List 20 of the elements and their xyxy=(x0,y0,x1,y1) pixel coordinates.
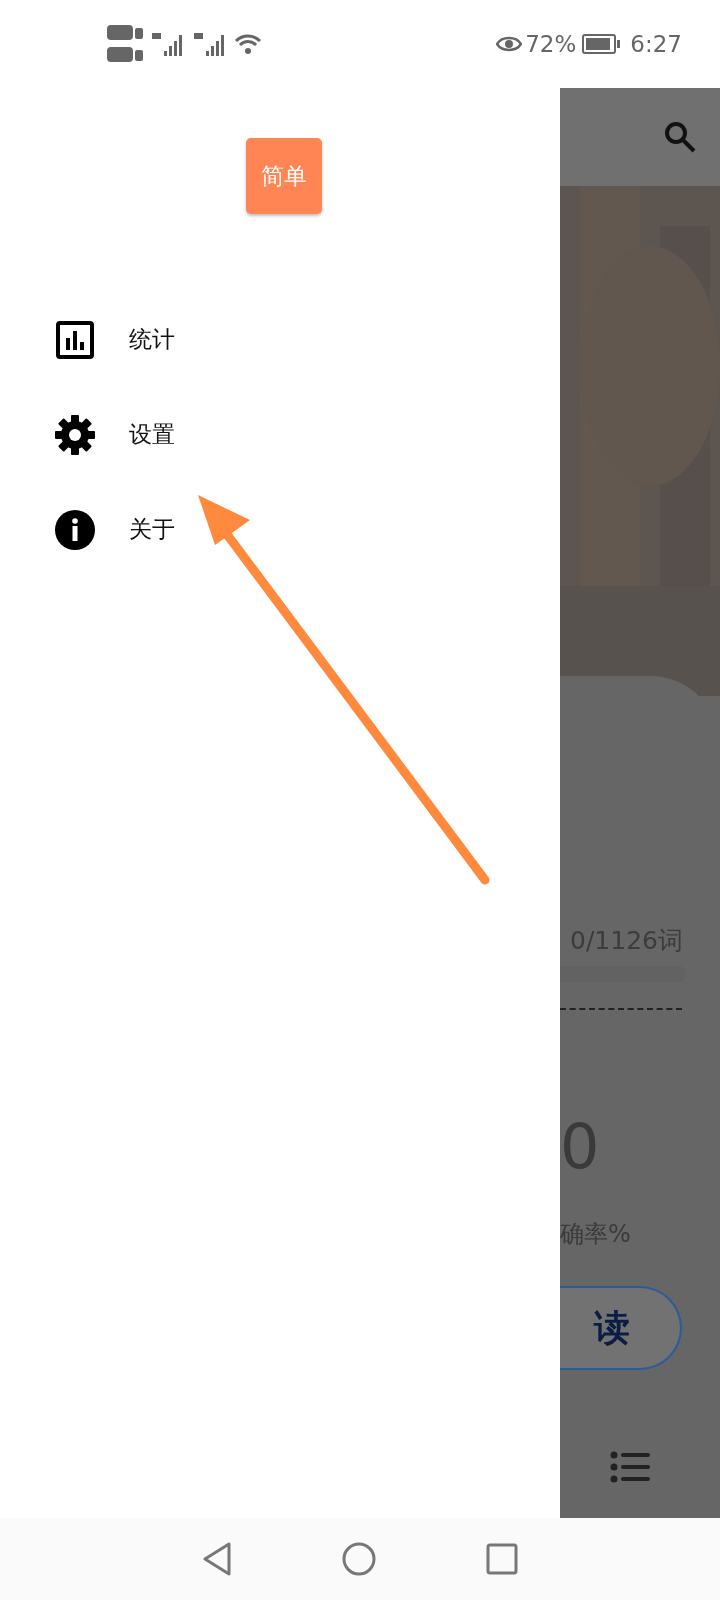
info-icon xyxy=(55,509,95,550)
drawer-item[interactable]: 统计 xyxy=(129,322,175,357)
recents-icon[interactable] xyxy=(486,1543,518,1575)
battery-percent: 72% xyxy=(525,29,577,59)
back-icon[interactable] xyxy=(202,1542,232,1576)
stats-icon xyxy=(55,319,95,360)
drawer-item[interactable]: 关于 xyxy=(129,512,175,547)
eye-icon xyxy=(496,35,523,53)
battery-icon xyxy=(582,34,621,54)
settings-icon xyxy=(55,414,95,455)
list-icon[interactable] xyxy=(610,1451,650,1483)
drawer-item[interactable]: 设置 xyxy=(129,417,175,452)
search-icon[interactable] xyxy=(664,121,696,153)
home-icon[interactable] xyxy=(342,1542,376,1576)
signal-icon xyxy=(152,31,184,57)
wifi-icon xyxy=(234,33,262,55)
sim-icon xyxy=(106,23,144,65)
app-logo: 简单 xyxy=(246,138,322,214)
clock: 6:27 xyxy=(630,29,682,59)
signal-icon xyxy=(194,31,226,57)
